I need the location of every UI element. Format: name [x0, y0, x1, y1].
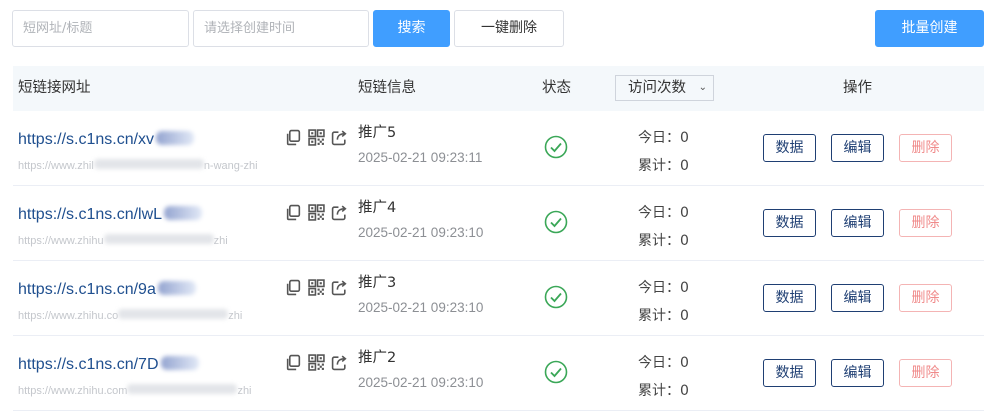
visit-counts: 今日：0 累计：0	[638, 199, 689, 255]
data-button[interactable]: 数据	[763, 284, 816, 312]
header-info: 短链信息	[358, 80, 416, 96]
table-row: https://s.c1ns.cn/xv https://www.zhil n-w…	[13, 111, 984, 186]
visits-total: 累计：0	[638, 308, 689, 324]
created-time: 2025-02-21 09:23:10	[358, 375, 484, 390]
delete-button[interactable]: 删除	[899, 284, 952, 312]
visits-today: 今日：0	[638, 205, 689, 221]
check-circle-icon	[544, 360, 568, 384]
short-url-link[interactable]: https://s.c1ns.cn/9a	[18, 281, 196, 299]
original-url: https://www.zhihu.com zhi	[18, 384, 252, 397]
share-icon[interactable]	[331, 129, 348, 146]
original-url: https://www.zhil n-wang-zhi	[18, 159, 258, 172]
visit-counts: 今日：0 累计：0	[638, 124, 689, 180]
redacted-url-blur	[157, 281, 196, 295]
delete-button[interactable]: 删除	[899, 134, 952, 162]
redacted-url-blur	[156, 131, 195, 145]
redacted-original-blur	[127, 384, 238, 394]
visits-today: 今日：0	[638, 355, 689, 371]
visits-total: 累计：0	[638, 158, 689, 174]
visits-total: 累计：0	[638, 383, 689, 399]
row-tools	[285, 279, 349, 297]
row-tools	[285, 204, 349, 222]
share-icon[interactable]	[331, 279, 348, 296]
visit-counts: 今日：0 累计：0	[638, 274, 689, 330]
delete-all-button[interactable]: 一键删除	[454, 10, 564, 47]
share-icon[interactable]	[331, 354, 348, 371]
search-url-input[interactable]	[12, 10, 189, 47]
short-url-link[interactable]: https://s.c1ns.cn/lwL	[18, 206, 203, 224]
qrcode-icon[interactable]	[308, 279, 325, 296]
redacted-url-blur	[164, 206, 203, 220]
share-icon[interactable]	[331, 204, 348, 221]
short-url-link[interactable]: https://s.c1ns.cn/xv	[18, 131, 195, 149]
check-circle-icon	[544, 135, 568, 159]
data-button[interactable]: 数据	[763, 209, 816, 237]
header-short-url: 短链接网址	[18, 80, 91, 96]
link-name: 推广4	[358, 200, 397, 216]
data-button[interactable]: 数据	[763, 134, 816, 162]
visits-total: 累计：0	[638, 233, 689, 249]
edit-button[interactable]: 编辑	[831, 284, 884, 312]
qrcode-icon[interactable]	[308, 129, 325, 146]
row-tools	[285, 354, 349, 372]
created-time: 2025-02-21 09:23:10	[358, 225, 484, 240]
redacted-original-blur	[118, 309, 229, 319]
header-status: 状态	[542, 80, 571, 96]
redacted-original-blur	[93, 159, 204, 169]
copy-icon[interactable]	[285, 204, 302, 221]
copy-icon[interactable]	[285, 129, 302, 146]
edit-button[interactable]: 编辑	[831, 134, 884, 162]
link-name: 推广2	[358, 350, 397, 366]
link-name: 推广3	[358, 275, 397, 291]
created-time: 2025-02-21 09:23:10	[358, 300, 484, 315]
qrcode-icon[interactable]	[308, 204, 325, 221]
created-date-picker[interactable]	[193, 10, 369, 47]
visits-today: 今日：0	[638, 280, 689, 296]
search-button[interactable]: 搜索	[373, 10, 450, 47]
copy-icon[interactable]	[285, 354, 302, 371]
delete-button[interactable]: 删除	[899, 359, 952, 387]
table-row: https://s.c1ns.cn/lwL https://www.zhihu z…	[13, 186, 984, 261]
redacted-url-blur	[160, 356, 199, 370]
qrcode-icon[interactable]	[308, 354, 325, 371]
original-url: https://www.zhihu.co zhi	[18, 309, 243, 322]
check-circle-icon	[544, 210, 568, 234]
data-button[interactable]: 数据	[763, 359, 816, 387]
toolbar: 搜索 一键删除 批量创建	[0, 0, 994, 60]
header-actions: 操作	[843, 80, 872, 96]
chevron-down-icon: ⌄	[698, 82, 707, 93]
visits-today: 今日：0	[638, 130, 689, 146]
edit-button[interactable]: 编辑	[831, 359, 884, 387]
batch-create-button[interactable]: 批量创建	[875, 10, 984, 47]
edit-button[interactable]: 编辑	[831, 209, 884, 237]
header-visits: 访问次数	[628, 80, 686, 96]
original-url: https://www.zhihu zhi	[18, 234, 228, 247]
created-time: 2025-02-21 09:23:11	[358, 150, 483, 165]
visit-counts: 今日：0 累计：0	[638, 349, 689, 405]
copy-icon[interactable]	[285, 279, 302, 296]
short-url-link[interactable]: https://s.c1ns.cn/7D	[18, 356, 199, 374]
row-tools	[285, 129, 349, 147]
check-circle-icon	[544, 285, 568, 309]
redacted-original-blur	[103, 234, 214, 244]
link-name: 推广5	[358, 125, 397, 141]
table-row: https://s.c1ns.cn/9a https://www.zhihu.c…	[13, 261, 984, 336]
table-header: 短链接网址 短链信息 状态 访问次数 ⌄ 操作	[13, 66, 984, 111]
visits-sort-select[interactable]: 访问次数 ⌄	[615, 75, 714, 101]
delete-button[interactable]: 删除	[899, 209, 952, 237]
